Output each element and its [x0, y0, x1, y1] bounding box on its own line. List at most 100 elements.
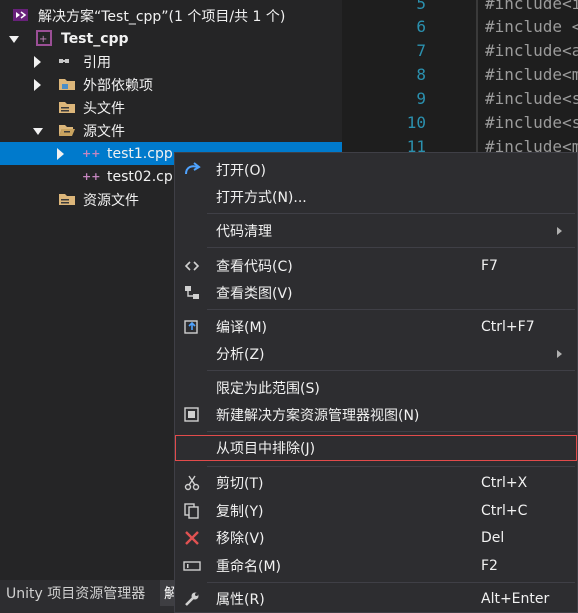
open-arrow-icon	[183, 161, 201, 179]
code-line[interactable]: #include <	[485, 17, 578, 36]
collapse-arrow-icon[interactable]	[34, 56, 41, 68]
delete-x-icon	[183, 529, 201, 547]
folder-icon	[58, 76, 76, 92]
menu-label: 查看代码(C)	[216, 258, 293, 275]
menu-label: 分析(Z)	[216, 346, 265, 363]
menu-item-open[interactable]: 打开(O)	[175, 157, 577, 182]
menu-separator	[207, 309, 575, 310]
menu-label: 查看类图(V)	[216, 285, 293, 302]
tree-item-label: test1.cpp	[107, 145, 173, 162]
menu-item-copy[interactable]: 复制(Y) Ctrl+C	[175, 498, 577, 523]
menu-shortcut: Alt+Enter	[481, 590, 550, 607]
menu-item-view-class-diagram[interactable]: 查看类图(V)	[175, 280, 577, 305]
tree-item-label: Test_cpp	[61, 30, 129, 47]
tree-item-label: 资源文件	[83, 192, 139, 209]
menu-label: 属性(R)	[216, 591, 265, 608]
tree-item-references[interactable]: 引用	[0, 50, 342, 73]
line-number: 7	[416, 41, 426, 60]
cpp-file-icon: ++	[82, 169, 100, 185]
menu-separator	[207, 370, 575, 371]
new-view-icon	[183, 406, 201, 424]
menu-shortcut: F2	[481, 557, 498, 574]
code-line[interactable]: #include<s	[485, 113, 578, 132]
svg-text:++: ++	[82, 170, 100, 183]
menu-item-scope-to-this[interactable]: 限定为此范围(S)	[175, 375, 577, 400]
line-number: 6	[416, 17, 426, 36]
tree-item-label: 解决方案“Test_cpp”(1 个项目/共 1 个)	[38, 8, 286, 25]
solution-icon	[12, 7, 30, 23]
menu-item-code-cleanup[interactable]: 代码清理	[175, 218, 577, 243]
expand-arrow-icon[interactable]	[9, 36, 19, 43]
compile-icon	[183, 318, 201, 336]
menu-item-open-with[interactable]: 打开方式(N)...	[175, 184, 577, 209]
menu-separator	[207, 466, 575, 467]
menu-separator	[207, 431, 575, 432]
menu-label: 编译(M)	[216, 319, 268, 336]
menu-label: 打开(O)	[216, 162, 266, 179]
tree-item-header-files[interactable]: 头文件	[0, 96, 342, 119]
copy-icon	[183, 502, 201, 520]
menu-label: 重命名(M)	[216, 558, 282, 575]
menu-item-compile[interactable]: 编译(M) Ctrl+F7	[175, 314, 577, 339]
tree-item-label: 外部依赖项	[83, 77, 153, 94]
menu-shortcut: Ctrl+C	[481, 502, 528, 519]
wrench-icon	[183, 590, 201, 608]
tree-item-external-deps[interactable]: 外部依赖项	[0, 73, 342, 96]
code-line[interactable]: #include<i	[485, 0, 578, 13]
menu-item-analyze[interactable]: 分析(Z)	[175, 341, 577, 366]
menu-item-new-explorer-view[interactable]: 新建解决方案资源管理器视图(N)	[175, 402, 577, 427]
svg-text:+: +	[39, 34, 47, 45]
class-diagram-icon	[183, 284, 201, 302]
code-line[interactable]: #include<a	[485, 41, 578, 60]
cpp-project-icon: +	[36, 30, 54, 46]
menu-label: 限定为此范围(S)	[216, 380, 320, 397]
line-number: 8	[416, 65, 426, 84]
filter-folder-icon	[58, 99, 76, 115]
collapse-arrow-icon[interactable]	[57, 148, 64, 160]
line-number: 9	[416, 89, 426, 108]
menu-label: 打开方式(N)...	[216, 189, 307, 206]
menu-label: 移除(V)	[216, 530, 265, 547]
references-icon	[58, 54, 76, 70]
menu-item-view-code[interactable]: 查看代码(C) F7	[175, 253, 577, 278]
menu-item-rename[interactable]: 重命名(M) F2	[175, 553, 577, 578]
editor-gutter-divider	[476, 0, 478, 160]
menu-label: 新建解决方案资源管理器视图(N)	[216, 407, 420, 424]
menu-item-remove[interactable]: 移除(V) Del	[175, 525, 577, 550]
tab-unity-explorer[interactable]: Unity 项目资源管理器	[0, 580, 152, 606]
tab-label: Unity 项目资源管理器	[6, 586, 146, 602]
tree-item-source-files[interactable]: 源文件	[0, 119, 342, 142]
code-brackets-icon	[183, 257, 201, 275]
tree-item-solution[interactable]: 解决方案“Test_cpp”(1 个项目/共 1 个)	[0, 4, 342, 27]
code-line[interactable]: #include<m	[485, 65, 578, 84]
menu-shortcut: Ctrl+F7	[481, 318, 535, 335]
code-line[interactable]: #include<s	[485, 89, 578, 108]
menu-item-cut[interactable]: 剪切(T) Ctrl+X	[175, 470, 577, 495]
menu-item-properties[interactable]: 属性(R) Alt+Enter	[175, 586, 577, 611]
tree-item-label: 引用	[83, 54, 111, 71]
menu-shortcut: Ctrl+X	[481, 474, 528, 491]
rename-icon	[183, 557, 201, 575]
filter-folder-icon	[58, 191, 76, 207]
tree-item-project[interactable]: + Test_cpp	[0, 27, 342, 50]
menu-separator	[207, 213, 575, 214]
tree-item-label: 头文件	[83, 100, 125, 117]
menu-shortcut: F7	[481, 257, 498, 274]
collapse-arrow-icon[interactable]	[34, 79, 41, 91]
context-menu: 打开(O) 打开方式(N)... 代码清理 查看代码(C) F7 查看类图(V)…	[174, 152, 578, 613]
line-number: 5	[416, 0, 426, 13]
svg-text:++: ++	[82, 147, 100, 160]
expand-arrow-icon[interactable]	[33, 128, 43, 135]
submenu-arrow-icon	[557, 350, 562, 358]
menu-label: 代码清理	[216, 223, 272, 240]
tree-item-label: test02.cp	[107, 168, 173, 185]
line-number: 10	[406, 113, 426, 132]
tree-item-label: 源文件	[83, 123, 125, 140]
submenu-arrow-icon	[557, 227, 562, 235]
menu-item-exclude-from-project[interactable]: 从项目中排除(J)	[175, 435, 577, 461]
filter-folder-open-icon	[58, 122, 76, 138]
menu-separator	[207, 582, 575, 583]
menu-shortcut: Del	[481, 529, 505, 546]
menu-label: 剪切(T)	[216, 475, 264, 492]
menu-separator	[207, 247, 575, 248]
